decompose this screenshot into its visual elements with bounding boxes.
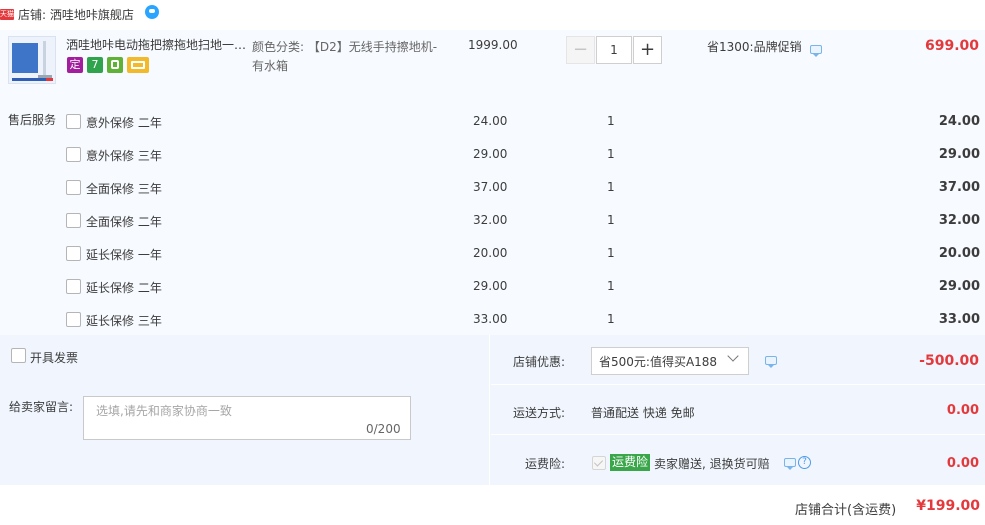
warranty-name: 全面保修 三年	[86, 182, 162, 196]
warranty-name: 全面保修 二年	[86, 215, 162, 229]
seller-message-char-count: 0/200	[366, 422, 401, 436]
warranty-total: 33.00	[938, 312, 980, 327]
warranty-total: 29.00	[938, 147, 980, 162]
warranty-row: 意外保修 三年 29.00 1 29.00	[0, 144, 985, 177]
warranty-row: 延长保修 二年 29.00 1 29.00	[0, 276, 985, 309]
insurance-message-icon[interactable]	[784, 458, 796, 470]
shipping-method-value: 普通配送 快递 免邮	[591, 406, 695, 420]
item-total-price: 699.00	[924, 38, 979, 54]
warranty-quantity: 1	[607, 147, 615, 161]
quantity-increase-button[interactable]: +	[633, 36, 662, 64]
warranty-name: 延长保修 一年	[86, 248, 162, 262]
shipping-insurance-amount: 0.00	[946, 456, 979, 471]
warranty-name: 意外保修 三年	[86, 149, 162, 163]
promotion-label: 省1300:品牌促销	[707, 40, 802, 54]
warranty-quantity: 1	[607, 114, 615, 128]
warranty-price: 29.00	[473, 147, 508, 161]
warranty-total: 20.00	[938, 246, 980, 261]
warranty-checkbox[interactable]	[66, 147, 81, 162]
custom-service-icon: 定	[67, 57, 83, 73]
sku-label: 颜色分类: 【D2】无线手持擦地机-有水箱	[252, 40, 438, 73]
seller-message-placeholder: 选填,请先和商家协商一致	[96, 404, 232, 418]
help-icon[interactable]: ?	[798, 456, 811, 469]
shipping-insurance-label: 运费险:	[524, 457, 565, 471]
warranty-quantity: 1	[607, 246, 615, 260]
warranty-name: 意外保修 二年	[86, 116, 162, 130]
warranty-price: 37.00	[473, 180, 508, 194]
warranty-total: 24.00	[938, 114, 980, 129]
warranty-quantity: 1	[607, 180, 615, 194]
shipping-insurance-description: 卖家赠送, 退换货可赔	[654, 457, 770, 471]
discount-message-icon[interactable]	[765, 356, 777, 368]
warranty-price: 33.00	[473, 312, 508, 326]
warranty-price: 29.00	[473, 279, 508, 293]
shop-total-label: 店铺合计(含运费)	[795, 503, 897, 518]
warranty-checkbox[interactable]	[66, 114, 81, 129]
card-icon	[127, 57, 149, 73]
warranty-checkbox[interactable]	[66, 180, 81, 195]
invoice-checkbox[interactable]	[11, 348, 26, 363]
shipping-method-label: 运送方式:	[512, 406, 565, 420]
seven-day-return-icon: 7	[87, 57, 103, 73]
chat-seller-icon[interactable]	[145, 5, 159, 19]
warranty-name: 延长保修 二年	[86, 281, 162, 295]
warranty-quantity: 1	[607, 213, 615, 227]
plug-icon	[107, 57, 123, 73]
shop-discount-selected-value: 省500元:值得买A188	[599, 355, 718, 369]
promotion-message-icon[interactable]	[810, 45, 822, 57]
unit-price: 1999.00	[468, 38, 518, 52]
shipping-insurance-badge: 运费险	[610, 454, 651, 471]
warranty-checkbox[interactable]	[66, 246, 81, 261]
shop-total-amount: ¥199.00	[916, 498, 980, 514]
shop-discount-label: 店铺优惠:	[512, 355, 565, 369]
warranty-checkbox[interactable]	[66, 213, 81, 228]
warranty-quantity: 1	[607, 312, 615, 326]
shop-discount-amount: -500.00	[919, 353, 979, 369]
warranty-checkbox[interactable]	[66, 279, 81, 294]
warranty-checkbox[interactable]	[66, 312, 81, 327]
shipping-fee-amount: 0.00	[946, 403, 979, 418]
warranty-row: 意外保修 二年 24.00 1 24.00	[0, 111, 985, 144]
warranty-row: 全面保修 二年 32.00 1 32.00	[0, 210, 985, 243]
warranty-quantity: 1	[607, 279, 615, 293]
warranty-total: 37.00	[938, 180, 980, 195]
seller-message-label: 给卖家留言:	[9, 400, 74, 414]
warranty-row: 全面保修 三年 37.00 1 37.00	[0, 177, 985, 210]
warranty-price: 32.00	[473, 213, 508, 227]
quantity-decrease-button[interactable]: −	[566, 36, 595, 64]
warranty-total: 32.00	[938, 213, 980, 228]
invoice-label: 开具发票	[30, 351, 79, 365]
shipping-insurance-checkbox	[592, 456, 606, 470]
product-thumbnail[interactable]	[8, 36, 56, 84]
warranty-name: 延长保修 三年	[86, 314, 162, 328]
warranty-row: 延长保修 一年 20.00 1 20.00	[0, 243, 985, 276]
warranty-price: 24.00	[473, 114, 508, 128]
tmall-badge-icon: 天猫	[0, 9, 14, 20]
quantity-input[interactable]: 1	[596, 36, 632, 64]
shop-name-link[interactable]: 店铺: 洒哇地咔旗舰店	[18, 6, 134, 23]
warranty-price: 20.00	[473, 246, 508, 260]
product-title-link[interactable]: 洒哇地咔电动拖把擦拖地扫地一体机	[66, 37, 248, 54]
warranty-total: 29.00	[938, 279, 980, 294]
